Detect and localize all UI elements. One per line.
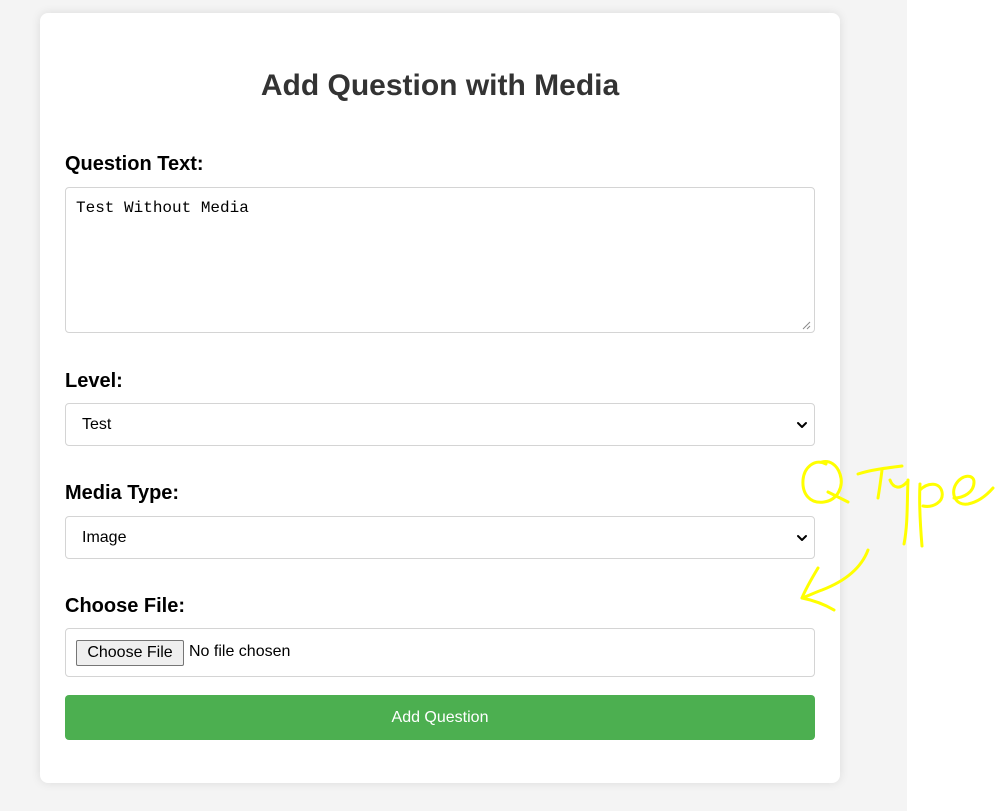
page-title: Add Question with Media bbox=[260, 69, 620, 102]
add-question-form: Add Question with Media Question Text: T… bbox=[40, 13, 840, 783]
annotation-letter-y bbox=[888, 478, 910, 546]
choose-file-label: Choose File: bbox=[65, 595, 186, 617]
question-text-label: Question Text: bbox=[65, 153, 204, 175]
level-label: Level: bbox=[65, 370, 123, 392]
annotation-letter-t-bar bbox=[856, 464, 904, 476]
file-status-text: No file chosen bbox=[189, 643, 291, 660]
annotation-letter-p bbox=[918, 482, 944, 548]
chevron-down-icon bbox=[797, 422, 807, 428]
level-select[interactable]: Test bbox=[65, 403, 815, 446]
annotation-arrow-shaft bbox=[800, 548, 870, 600]
media-type-selected-value: Image bbox=[82, 529, 127, 546]
add-question-button[interactable]: Add Question bbox=[65, 695, 815, 740]
question-text-input[interactable]: Test Without Media bbox=[65, 187, 815, 333]
media-type-label: Media Type: bbox=[65, 482, 180, 504]
annotation-letter-t-stem bbox=[876, 468, 884, 500]
handwritten-annotation bbox=[800, 460, 995, 612]
annotation-letter-e bbox=[952, 474, 995, 506]
file-input[interactable]: Choose File No file chosen bbox=[65, 628, 815, 677]
choose-file-button[interactable]: Choose File bbox=[76, 640, 184, 666]
annotation-arrow-head bbox=[800, 566, 836, 612]
resize-grip-icon[interactable] bbox=[801, 320, 811, 330]
level-selected-value: Test bbox=[82, 416, 112, 433]
media-type-select[interactable]: Image bbox=[65, 516, 815, 559]
